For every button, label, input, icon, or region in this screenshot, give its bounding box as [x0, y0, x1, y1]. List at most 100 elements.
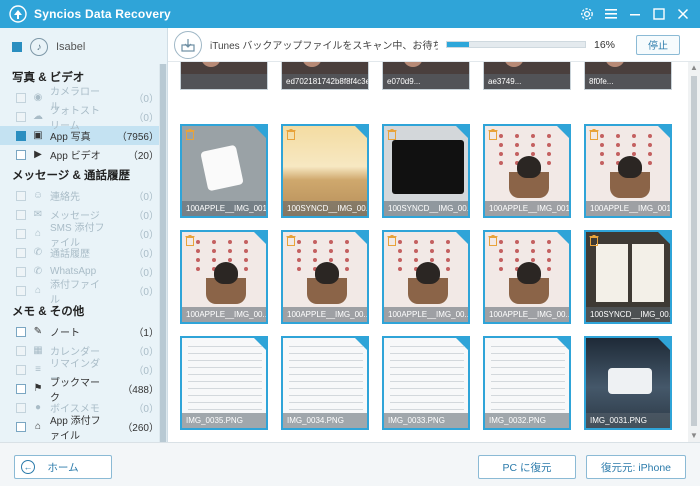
photo-thumbnail[interactable]: ed702181742b8f8f4c3e98 — [281, 62, 369, 90]
photo-thumbnail[interactable]: IMG_0031.PNG — [584, 336, 672, 430]
dialog-shape — [608, 368, 652, 394]
photo-thumbnail[interactable]: IMG_0035.PNG — [180, 336, 268, 430]
calendar-dot — [648, 152, 652, 156]
device-row[interactable]: ♪ Isabel — [0, 28, 167, 66]
sidebar-item-checkbox[interactable] — [16, 149, 26, 160]
trash-icon — [185, 235, 195, 246]
selected-check-icon — [556, 338, 569, 351]
thumbnail-caption: 100APPLE__IMG_00... — [283, 307, 367, 322]
photo-thumbnail[interactable]: 100SYNCD__IMG_00... — [382, 124, 470, 218]
sidebar-item[interactable]: ⌂ App 添付ファイル （260） — [0, 416, 167, 442]
screen-line — [491, 360, 565, 361]
sidebar-item-checkbox[interactable] — [16, 383, 26, 394]
photo-thumbnail[interactable]: 100APPLE__IMG_00... — [180, 230, 268, 324]
sidebar-item-label: App 写真 — [50, 132, 91, 143]
photo-thumbnail[interactable] — [180, 62, 268, 90]
calendar-dot — [212, 258, 216, 262]
photo-thumbnail[interactable]: 100SYNCD__IMG_00... — [281, 124, 369, 218]
scroll-up-icon[interactable]: ▲ — [690, 64, 698, 72]
scan-status-bar: iTunes バックアップファイルをスキャン中、お待ちください... 16% 停… — [168, 28, 700, 62]
calendar-dot — [196, 258, 200, 262]
maximize-icon[interactable] — [650, 5, 668, 23]
calendar-dot — [547, 134, 551, 138]
screen-line — [188, 360, 262, 361]
photo-thumbnail[interactable]: 100APPLE__IMG_00... — [281, 230, 369, 324]
device-checkbox[interactable] — [12, 42, 22, 52]
app-title: Syncios Data Recovery — [34, 7, 171, 21]
calendar-dot — [398, 267, 402, 271]
photo-thumbnail[interactable]: e070d9... — [382, 62, 470, 90]
photo-thumbnail[interactable]: 100APPLE__IMG_001... — [180, 124, 268, 218]
photo-thumbnail[interactable]: IMG_0034.PNG — [281, 336, 369, 430]
calendar-dot — [600, 161, 604, 165]
selected-check-icon — [354, 232, 367, 245]
calendar-dot — [228, 240, 232, 244]
sidebar-item-checkbox — [16, 285, 26, 296]
photo-thumbnail[interactable]: 100APPLE__IMG_001... — [584, 124, 672, 218]
calendar-dot — [547, 249, 551, 253]
photo-thumbnail[interactable]: 100APPLE__IMG_00... — [483, 230, 571, 324]
screen-line — [188, 353, 262, 354]
close-icon[interactable] — [674, 5, 692, 23]
selected-check-icon — [657, 338, 670, 351]
restore-to-device-button[interactable]: 復元元: iPhone — [586, 455, 686, 479]
whatsapp-icon: ✆ — [33, 266, 43, 277]
calendar-dot — [499, 249, 503, 253]
photo-thumbnail[interactable]: IMG_0032.PNG — [483, 336, 571, 430]
home-button-label: ホーム — [47, 461, 79, 474]
photo-thumbnail[interactable]: 100SYNCD__IMG_00... — [584, 230, 672, 324]
photo-thumbnail[interactable]: 100APPLE__IMG_00... — [382, 230, 470, 324]
scroll-down-icon[interactable]: ▼ — [690, 432, 698, 440]
calendar-dot — [531, 240, 535, 244]
screen-line — [390, 374, 464, 375]
calendar-dot — [515, 258, 519, 262]
calendar-dot — [212, 240, 216, 244]
calendar-dot — [531, 143, 535, 147]
sidebar-item-label: ブックマーク — [50, 377, 100, 404]
sidebar-section-title: メッセージ & 通話履歴 — [12, 170, 130, 182]
calendar-dot — [329, 240, 333, 244]
calendar-dot — [313, 240, 317, 244]
photo-thumbnail[interactable]: IMG_0033.PNG — [382, 336, 470, 430]
sidebar-item[interactable]: ⚑ ブックマーク （488） — [0, 378, 167, 404]
trash-icon — [185, 129, 195, 140]
calendar-dot — [547, 152, 551, 156]
calendar-dot — [297, 240, 301, 244]
sidebar-item-checkbox[interactable] — [16, 421, 26, 432]
home-button[interactable]: ← ホーム — [14, 455, 112, 479]
menu-icon[interactable] — [602, 5, 620, 23]
selected-check-icon — [455, 126, 468, 139]
grid-scrollbar[interactable]: ▲ ▼ — [688, 62, 700, 442]
calendar-dot — [196, 267, 200, 271]
sidebar-scroll-thumb[interactable] — [160, 64, 166, 442]
sidebar-item-label: 添付ファイル — [50, 279, 100, 306]
trash-icon — [589, 129, 599, 140]
thumbnail-caption: e070d9... — [383, 74, 469, 89]
thumbnail-caption: 100APPLE__IMG_00... — [182, 307, 266, 322]
sidebar-item-checkbox[interactable] — [16, 326, 26, 337]
trash-icon — [387, 129, 397, 140]
photo-thumbnail[interactable]: ae3749... — [483, 62, 571, 90]
scan-progress-fill — [447, 42, 470, 47]
settings-icon[interactable] — [578, 5, 596, 23]
sidebar-section-title: メモ & その他 — [12, 306, 85, 318]
category-list: 写真 & ビデオ ◉ カメラロール （0） ☁ フォトストリーム （0） ▣ App 写真 （79… — [0, 66, 167, 442]
calendar-dot — [531, 249, 535, 253]
minimize-icon[interactable] — [626, 5, 644, 23]
photo-thumbnail[interactable]: 8f0fe... — [584, 62, 672, 90]
thumbnail-caption: 100SYNCD__IMG_00... — [384, 201, 468, 216]
sidebar-item[interactable]: ▣ App 写真 （7956） — [0, 126, 167, 145]
thumbnail-caption: IMG_0035.PNG — [182, 413, 266, 428]
restore-to-pc-button[interactable]: PC に復元 — [478, 455, 576, 479]
sidebar-item-checkbox[interactable] — [16, 130, 26, 141]
sidebar-item-label: App 添付ファイル — [50, 415, 101, 442]
sidebar-scrollbar[interactable] — [159, 64, 167, 442]
book-page — [596, 244, 628, 302]
grid-scroll-thumb[interactable] — [691, 76, 697, 426]
person-shape — [605, 62, 625, 67]
stop-button[interactable]: 停止 — [636, 34, 680, 55]
photo-thumbnail[interactable]: 100APPLE__IMG_001... — [483, 124, 571, 218]
screen-line — [491, 381, 565, 382]
sidebar-item[interactable]: ▶ App ビデオ （20） — [0, 145, 167, 164]
sidebar-item[interactable]: ✎ ノート （1） — [0, 322, 167, 341]
